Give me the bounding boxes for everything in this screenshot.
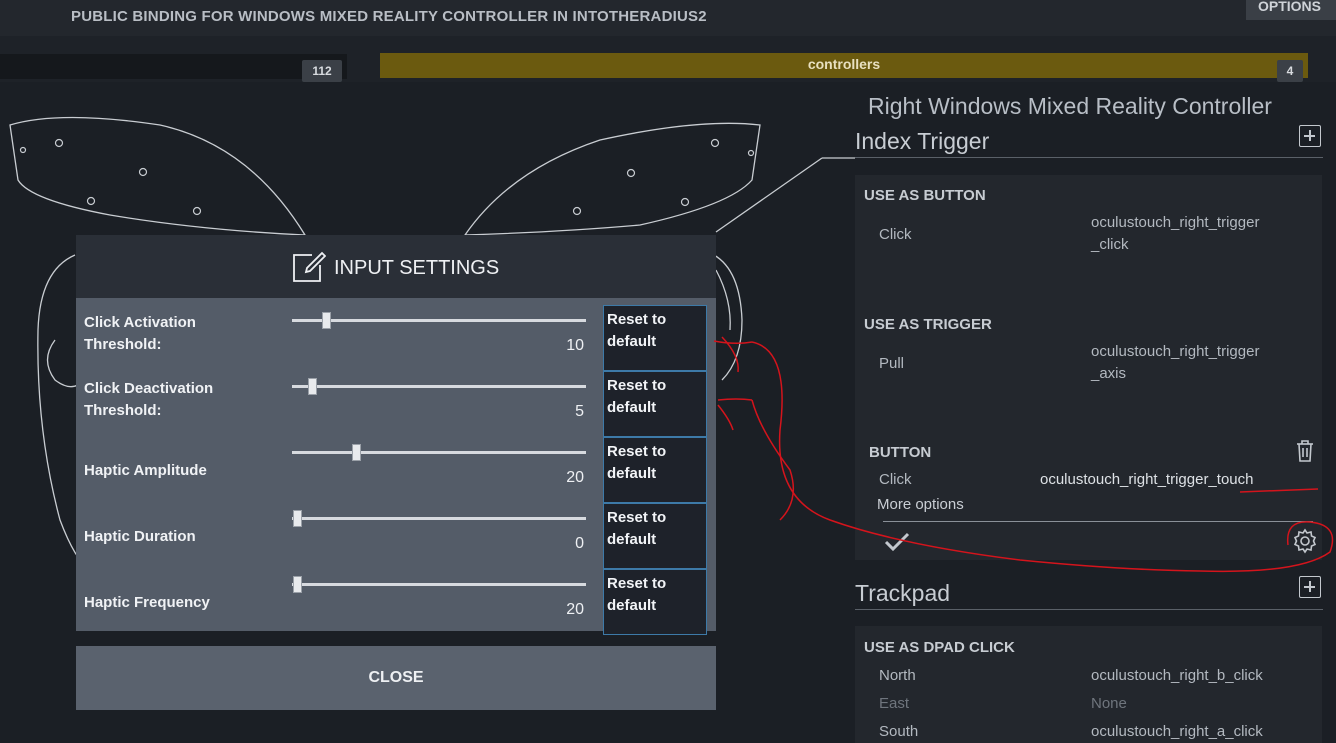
dpad-north-value[interactable]: oculustouch_right_b_click [1091, 667, 1263, 684]
edit-icon [293, 251, 326, 282]
checkmark-icon[interactable] [884, 532, 910, 552]
setting-value: 5 [575, 403, 584, 420]
button-click-binding-value[interactable]: oculustouch_right_trigger_touch [1040, 471, 1253, 488]
setting-label-line-1: Haptic Duration [84, 528, 196, 545]
setting-label-line-2: Threshold: [84, 402, 162, 419]
button-click-label: Click [879, 471, 912, 488]
dpad-south-label: South [879, 723, 919, 740]
setting-slider-track[interactable] [292, 319, 586, 322]
setting-label: Haptic Frequency [84, 592, 210, 614]
setting-value: 20 [566, 469, 584, 486]
reset-label-line-2: default [607, 465, 657, 482]
dpad-north-label: North [879, 667, 916, 684]
dpad-east-value[interactable]: None [1091, 695, 1127, 712]
input-settings-dialog: INPUT SETTINGS Click Activation Threshold… [76, 235, 716, 710]
setting-label: Haptic Amplitude [84, 460, 207, 482]
reset-label-line-1: Reset to [607, 377, 667, 394]
setting-label-line-1: Haptic Frequency [84, 594, 210, 611]
add-trackpad-binding-plus-icon[interactable] [1299, 576, 1321, 598]
reset-label-line-1: Reset to [607, 509, 667, 526]
click-label: Click [879, 226, 912, 243]
controller-panel-title: Right Windows Mixed Reality Controller [868, 93, 1272, 119]
dpad-click-heading: USE AS DPAD CLICK [864, 639, 1015, 656]
pull-binding-line-1: oculustouch_right_trigger [1091, 343, 1260, 360]
reset-to-default-button[interactable]: Reset to default [603, 305, 707, 371]
setting-slider-track[interactable] [292, 517, 586, 520]
reset-to-default-button[interactable]: Reset to default [603, 503, 707, 569]
pull-binding-line-2: _axis [1091, 365, 1127, 382]
trackpad-divider [855, 609, 1323, 610]
setting-value: 20 [566, 601, 584, 618]
setting-slider-handle[interactable] [322, 312, 331, 329]
setting-label-line-1: Click Activation [84, 314, 196, 331]
dialog-body: Click Activation Threshold: 10 Reset to defa… [76, 298, 716, 635]
dpad-south-value[interactable]: oculustouch_right_a_click [1091, 723, 1263, 740]
reset-label-line-2: default [607, 333, 657, 350]
setting-label-line-2: Threshold: [84, 336, 162, 353]
gear-icon[interactable] [1292, 528, 1318, 554]
use-as-button-heading: USE AS BUTTON [864, 187, 986, 204]
close-button[interactable]: CLOSE [76, 646, 716, 710]
setting-slider-track[interactable] [292, 583, 586, 586]
reset-to-default-button[interactable]: Reset to default [603, 437, 707, 503]
reset-label-line-2: default [607, 597, 657, 614]
left-controller-ring [9, 116, 307, 236]
section-divider [855, 157, 1323, 158]
setting-label-line-1: Click Deactivation [84, 380, 214, 397]
setting-slider-track[interactable] [292, 451, 586, 454]
reset-label-line-2: default [607, 399, 657, 416]
add-binding-plus-icon[interactable] [1299, 125, 1321, 147]
dialog-title: INPUT SETTINGS [334, 257, 500, 279]
pull-label: Pull [879, 355, 905, 372]
reset-label-line-1: Reset to [607, 443, 667, 460]
trash-icon[interactable] [1294, 439, 1316, 463]
setting-label-line-1: Haptic Amplitude [84, 462, 207, 479]
reset-label-line-2: default [607, 531, 657, 548]
reset-to-default-button[interactable]: Reset to default [603, 371, 707, 437]
setting-value: 0 [575, 535, 584, 552]
more-options-link[interactable]: More options [877, 496, 964, 513]
setting-label: Click Deactivation Threshold: [84, 378, 213, 422]
setting-slider-handle[interactable] [293, 576, 302, 593]
left-controller-button [46, 339, 79, 388]
setting-slider-handle[interactable] [308, 378, 317, 395]
setting-slider-track[interactable] [292, 385, 586, 388]
reset-label-line-1: Reset to [607, 311, 667, 328]
click-binding-value[interactable]: oculustouch_right_trigger _click [1091, 212, 1259, 256]
dpad-east-label: East [879, 695, 910, 712]
index-trigger-heading: Index Trigger [855, 128, 990, 154]
click-binding-line-1: oculustouch_right_trigger [1091, 214, 1260, 231]
dialog-header: INPUT SETTINGS [76, 235, 716, 298]
setting-label: Haptic Duration [84, 526, 196, 548]
button-mode-heading: BUTTON [869, 444, 932, 461]
reset-to-default-button[interactable]: Reset to default [603, 569, 707, 635]
setting-label: Click Activation Threshold: [84, 312, 196, 356]
setting-slider-handle[interactable] [352, 444, 361, 461]
setting-slider-handle[interactable] [293, 510, 302, 527]
setting-value: 10 [566, 337, 584, 354]
click-binding-line-2: _click [1091, 236, 1129, 253]
trackpad-heading: Trackpad [855, 580, 951, 606]
right-controller-edge [715, 269, 731, 331]
pull-binding-value[interactable]: oculustouch_right_trigger _axis [1091, 341, 1259, 385]
reset-label-line-1: Reset to [607, 575, 667, 592]
use-as-trigger-heading: USE AS TRIGGER [864, 316, 992, 333]
options-divider [883, 521, 1313, 522]
